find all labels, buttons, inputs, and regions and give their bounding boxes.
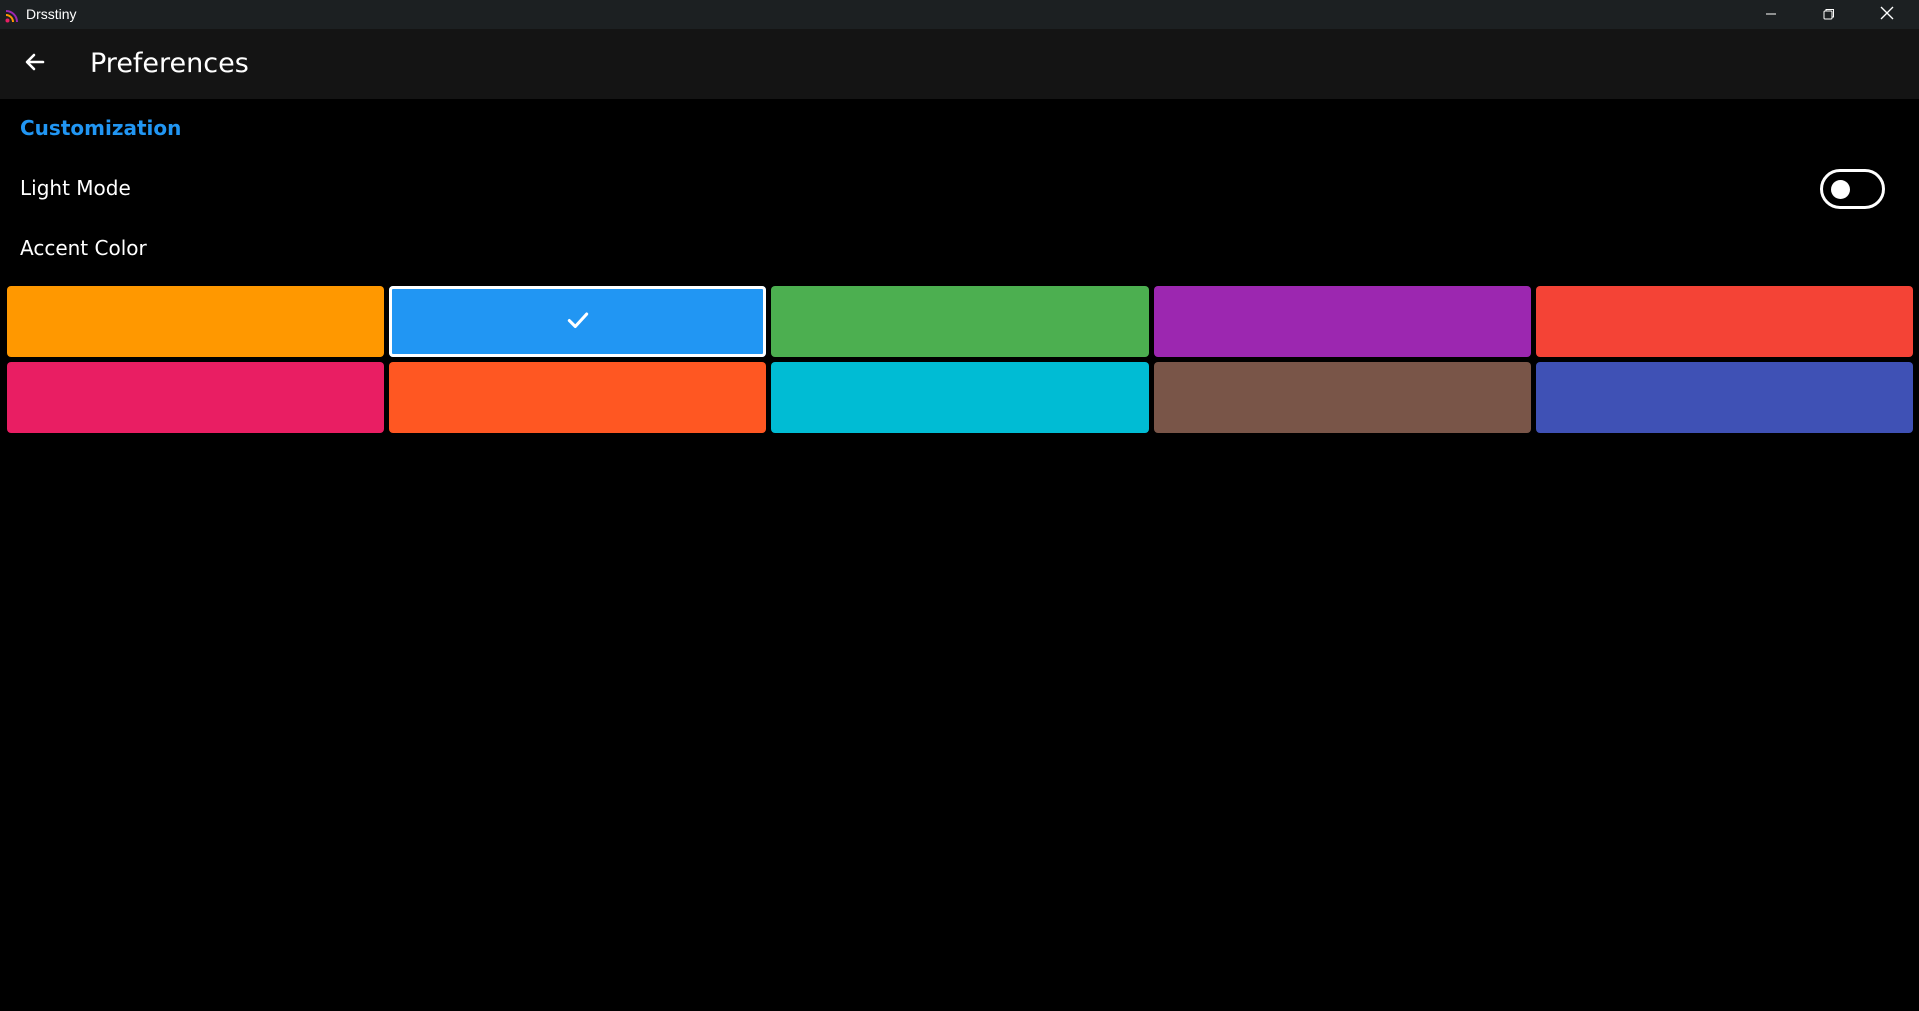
back-button[interactable] — [14, 47, 56, 81]
section-header-customization: Customization — [20, 116, 182, 140]
page-title: Preferences — [90, 48, 249, 79]
accent-swatch[interactable] — [771, 286, 1149, 357]
accent-swatch[interactable] — [1153, 362, 1531, 433]
window-title: Drsstiny — [26, 6, 77, 22]
close-button[interactable] — [1858, 0, 1916, 29]
rss-app-icon — [5, 8, 20, 23]
accent-swatch[interactable] — [771, 362, 1149, 433]
restore-icon — [1823, 5, 1835, 24]
restore-button[interactable] — [1800, 0, 1858, 29]
check-icon — [565, 307, 591, 337]
toggle-knob — [1831, 180, 1850, 199]
minimize-icon — [1765, 5, 1777, 24]
light-mode-label: Light Mode — [20, 176, 131, 200]
close-icon — [1880, 5, 1894, 24]
accent-swatch[interactable] — [389, 286, 767, 357]
accent-swatch[interactable] — [1535, 286, 1913, 357]
light-mode-toggle[interactable] — [1820, 169, 1885, 209]
app-bar: Preferences — [0, 29, 1919, 99]
accent-swatch[interactable] — [1535, 362, 1913, 433]
accent-color-label: Accent Color — [20, 236, 147, 260]
accent-swatch[interactable] — [7, 286, 385, 357]
title-bar: Drsstiny — [0, 0, 1919, 29]
minimize-button[interactable] — [1742, 0, 1800, 29]
accent-swatch[interactable] — [389, 362, 767, 433]
accent-swatch[interactable] — [7, 362, 385, 433]
accent-swatch[interactable] — [1153, 286, 1531, 357]
arrow-left-icon — [23, 50, 47, 78]
accent-color-grid — [7, 286, 1913, 434]
